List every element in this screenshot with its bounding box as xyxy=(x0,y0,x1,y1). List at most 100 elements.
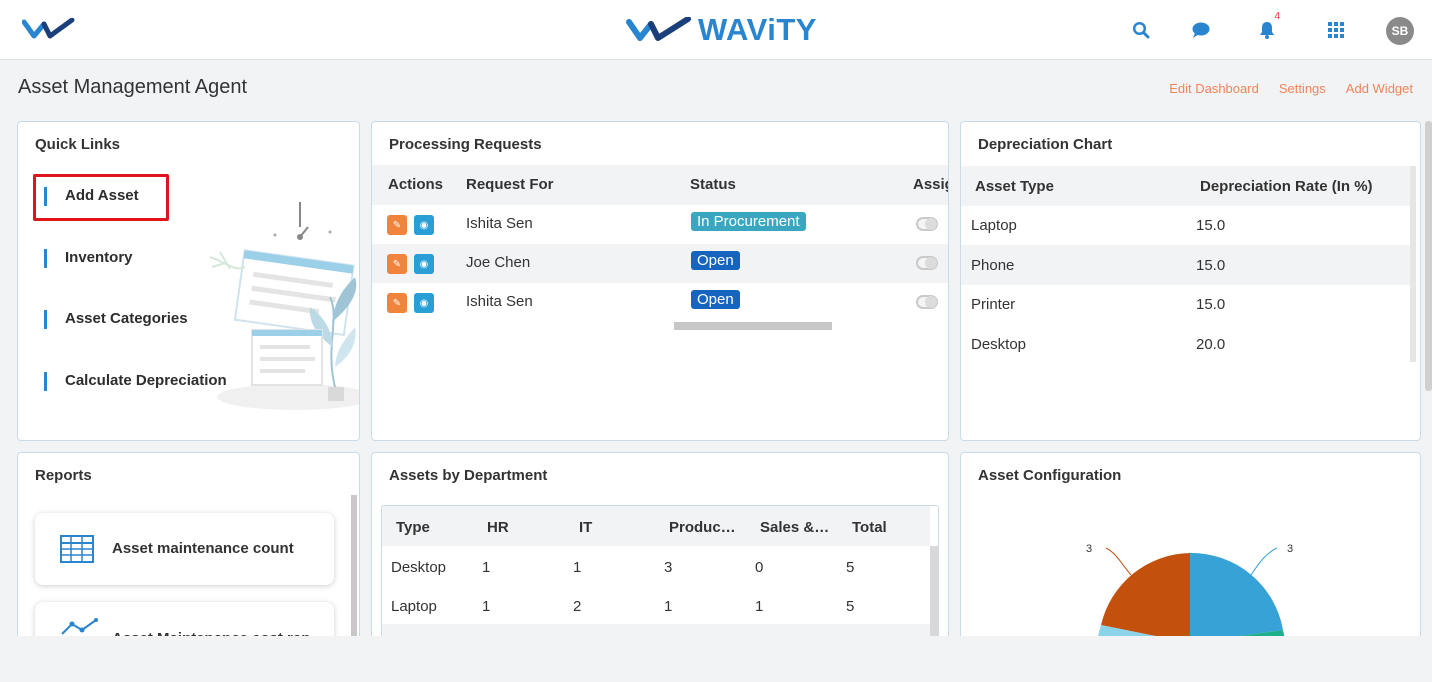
type-cell: Laptop xyxy=(391,598,437,615)
rate-cell: 15.0 xyxy=(1196,217,1226,234)
rate-cell: 20.0 xyxy=(1196,336,1226,353)
asset-type-cell: Desktop xyxy=(971,336,1027,353)
view-eye-icon[interactable]: ◉ xyxy=(414,293,434,313)
hr-cell: 1 xyxy=(482,559,491,576)
vertical-scrollbar[interactable] xyxy=(1410,166,1416,362)
table-row: ✎ ◉ Joe Chen Open xyxy=(372,244,948,283)
assets-by-department-table: Type HR IT Produc… Sales &… Total Deskto… xyxy=(381,505,939,645)
edit-icon[interactable]: ✎ xyxy=(387,215,407,235)
production-cell: 1 xyxy=(664,598,673,615)
app-logo-icon[interactable] xyxy=(21,17,76,44)
assign-toggle[interactable] xyxy=(916,295,938,309)
sales-cell: 1 xyxy=(755,598,764,615)
hr-cell: 1 xyxy=(482,598,491,615)
add-widget-link[interactable]: Add Widget xyxy=(1346,81,1413,96)
pie-label-line-left xyxy=(1105,547,1132,576)
column-header-actions: Actions xyxy=(388,176,444,193)
table-row: ✎ ◉ Ishita Sen Open xyxy=(372,283,948,322)
top-bar: WAViTY 4 SB xyxy=(0,0,1432,60)
vertical-scrollbar[interactable] xyxy=(351,495,357,645)
pie-label-left: 3 xyxy=(1086,543,1093,555)
column-header-depreciation-rate: Depreciation Rate (In %) xyxy=(1200,178,1373,195)
page-actions: Edit Dashboard Settings Add Widget xyxy=(1169,81,1413,96)
brand-mark-icon xyxy=(626,17,691,41)
settings-link[interactable]: Settings xyxy=(1279,81,1326,96)
asset-configuration-pie-chart xyxy=(1097,547,1285,643)
edit-dashboard-link[interactable]: Edit Dashboard xyxy=(1169,81,1259,96)
assign-toggle[interactable] xyxy=(916,256,938,270)
widget-title: Quick Links xyxy=(35,136,121,153)
page-scrollbar[interactable] xyxy=(1425,121,1432,391)
column-header-assigned: Assig xyxy=(913,176,948,193)
notification-bell-icon[interactable]: 4 xyxy=(1253,11,1281,44)
horizontal-scrollbar[interactable] xyxy=(674,322,832,330)
view-eye-icon[interactable]: ◉ xyxy=(414,254,434,274)
asset-type-cell: Laptop xyxy=(971,217,1017,234)
page-footer-area xyxy=(0,636,1432,682)
apps-grid-icon[interactable] xyxy=(1322,16,1350,44)
table-header: Actions Request For Status Assig xyxy=(372,165,948,205)
column-header-total: Total xyxy=(852,519,887,536)
search-icon[interactable] xyxy=(1127,16,1155,44)
it-cell: 2 xyxy=(573,598,582,615)
avatar[interactable]: SB xyxy=(1386,17,1414,45)
widget-title: Depreciation Chart xyxy=(978,136,1113,153)
column-header-status: Status xyxy=(690,176,736,193)
table-row: Phone 15.0 xyxy=(961,245,1411,285)
table-row: Desktop 1 1 3 0 5 xyxy=(382,546,930,585)
vertical-scrollbar[interactable] xyxy=(930,546,938,644)
notification-count-badge: 4 xyxy=(1274,11,1280,22)
rate-cell: 15.0 xyxy=(1196,257,1226,274)
brand-name: WAViTY xyxy=(698,12,817,47)
quick-link-add-asset[interactable]: Add Asset xyxy=(44,187,139,206)
pie-slice-blue xyxy=(1190,552,1283,643)
processing-requests-widget: Processing Requests Actions Request For … xyxy=(371,121,949,441)
quick-link-calculate-depreciation[interactable]: Calculate Depreciation xyxy=(44,372,227,391)
column-header-sales: Sales &… xyxy=(760,519,830,536)
reports-widget: Reports Asset maintenance count Asset Ma… xyxy=(17,452,360,652)
widget-title: Processing Requests xyxy=(389,136,542,153)
column-header-type: Type xyxy=(396,519,430,536)
chat-icon[interactable] xyxy=(1187,16,1215,44)
view-eye-icon[interactable]: ◉ xyxy=(414,215,434,235)
assign-toggle[interactable] xyxy=(916,217,938,231)
total-cell: 5 xyxy=(846,598,855,615)
table-row: Laptop 15.0 xyxy=(961,206,1411,245)
quick-links-widget: Quick Links Add Asset Inventory Asset Ca… xyxy=(17,121,360,441)
production-cell: 3 xyxy=(664,559,673,576)
widget-title: Reports xyxy=(35,467,92,484)
table-header: Type HR IT Produc… Sales &… Total xyxy=(382,506,930,546)
request-for-cell: Ishita Sen xyxy=(466,215,533,232)
table-row: Laptop 1 2 1 1 5 xyxy=(382,585,930,624)
status-badge: In Procurement xyxy=(691,212,806,231)
column-header-it: IT xyxy=(579,519,593,536)
it-cell: 1 xyxy=(573,559,582,576)
status-badge: Open xyxy=(691,251,740,270)
quick-link-asset-categories[interactable]: Asset Categories xyxy=(44,310,188,329)
table-icon xyxy=(60,535,94,563)
quick-link-inventory[interactable]: Inventory xyxy=(44,249,133,268)
table-header: Asset Type Depreciation Rate (In %) xyxy=(961,166,1411,206)
table-row: Desktop 20.0 xyxy=(961,324,1411,364)
page-title: Asset Management Agent xyxy=(18,76,248,98)
column-header-asset-type: Asset Type xyxy=(975,178,1054,195)
edit-icon[interactable]: ✎ xyxy=(387,293,407,313)
processing-requests-table: Actions Request For Status Assig ✎ ◉ Ish… xyxy=(372,165,948,325)
type-cell: Desktop xyxy=(391,559,447,576)
report-card-label: Asset maintenance count xyxy=(112,540,294,557)
depreciation-table: Asset Type Depreciation Rate (In %) Lapt… xyxy=(961,166,1411,366)
column-header-request-for: Request For xyxy=(466,176,554,193)
request-for-cell: Ishita Sen xyxy=(466,293,533,310)
pie-label-right: 3 xyxy=(1287,543,1294,555)
column-header-production: Produc… xyxy=(669,519,736,536)
edit-icon[interactable]: ✎ xyxy=(387,254,407,274)
total-cell: 5 xyxy=(846,559,855,576)
depreciation-chart-widget: Depreciation Chart Asset Type Depreciati… xyxy=(960,121,1421,441)
table-row: ✎ ◉ Ishita Sen In Procurement xyxy=(372,205,948,244)
report-card-maintenance-count[interactable]: Asset maintenance count xyxy=(35,513,334,585)
pie-label-line-right xyxy=(1250,547,1278,576)
rate-cell: 15.0 xyxy=(1196,296,1226,313)
asset-configuration-widget: Asset Configuration 3 3 xyxy=(960,452,1421,652)
request-for-cell: Joe Chen xyxy=(466,254,531,271)
asset-type-cell: Phone xyxy=(971,257,1015,274)
